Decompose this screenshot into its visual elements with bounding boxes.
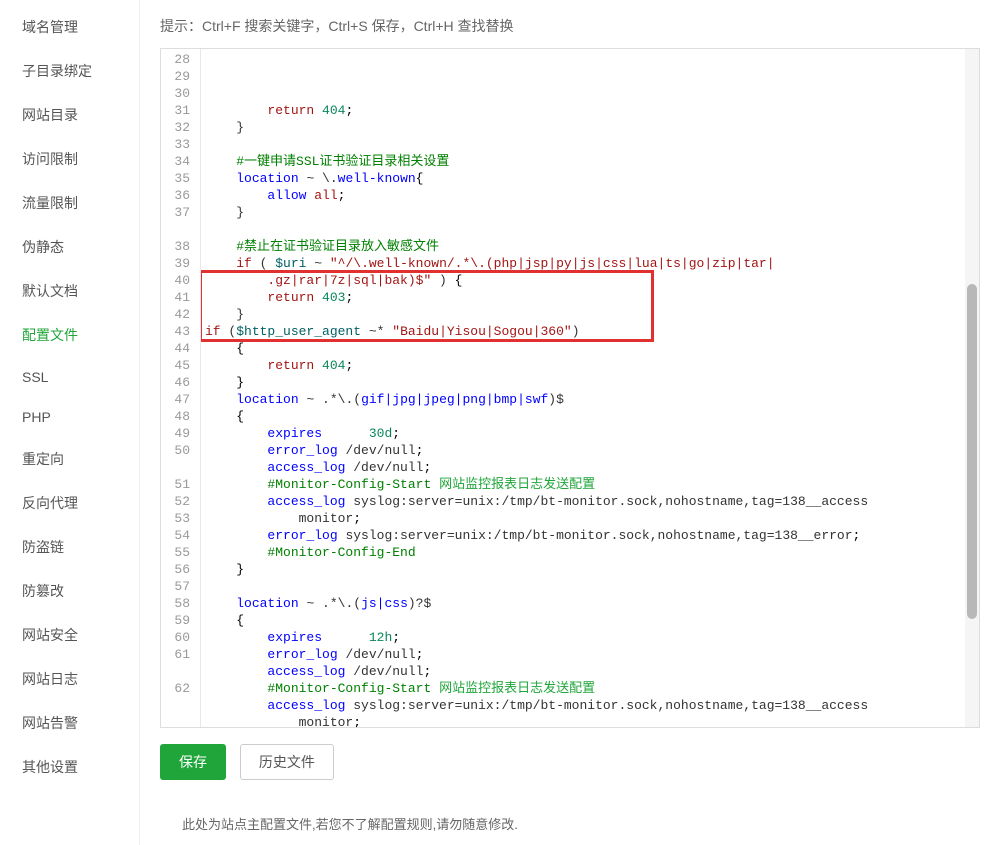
button-row: 保存 历史文件 (160, 728, 980, 790)
code-line-45[interactable]: { (205, 408, 979, 425)
code-line-61-wrap[interactable]: monitor; (205, 714, 979, 727)
main-panel: 提示：Ctrl+F 搜索关键字，Ctrl+S 保存，Ctrl+H 查找替换 28… (140, 0, 1000, 845)
code-line-36[interactable]: #禁止在证书验证目录放入敏感文件 (205, 238, 979, 255)
code-line-31[interactable]: #一键申请SSL证书验证目录相关设置 (205, 153, 979, 170)
code-line-58[interactable]: error_log /dev/null; (205, 646, 979, 663)
code-line-38[interactable]: return 403; (205, 289, 979, 306)
code-line-28[interactable]: return 404; (205, 102, 979, 119)
code-line-56[interactable]: { (205, 612, 979, 629)
editor-gutter: 2829303132333435363738394041424344454647… (161, 49, 201, 727)
history-button[interactable]: 历史文件 (240, 744, 334, 780)
sidebar-item-0[interactable]: 域名管理 (0, 5, 139, 49)
code-line-54[interactable] (205, 578, 979, 595)
sidebar-item-4[interactable]: 流量限制 (0, 181, 139, 225)
code-line-52[interactable]: #Monitor-Config-End (205, 544, 979, 561)
config-editor[interactable]: 2829303132333435363738394041424344454647… (160, 48, 980, 728)
sidebar-item-15[interactable]: 网站日志 (0, 657, 139, 701)
sidebar-item-5[interactable]: 伪静态 (0, 225, 139, 269)
sidebar-item-16[interactable]: 网站告警 (0, 701, 139, 745)
sidebar-item-3[interactable]: 访问限制 (0, 137, 139, 181)
footnote-text: 此处为站点主配置文件,若您不了解配置规则,请勿随意修改. (160, 790, 980, 833)
sidebar-item-1[interactable]: 子目录绑定 (0, 49, 139, 93)
code-line-40[interactable]: if ($http_user_agent ~* "Baidu|Yisou|Sog… (205, 323, 979, 340)
sidebar-item-9[interactable]: PHP (0, 397, 139, 437)
code-line-55[interactable]: location ~ .*\.(js|css)?$ (205, 595, 979, 612)
code-line-61[interactable]: access_log syslog:server=unix:/tmp/bt-mo… (205, 697, 979, 714)
sidebar-item-2[interactable]: 网站目录 (0, 93, 139, 137)
code-line-34[interactable]: } (205, 204, 979, 221)
code-line-53[interactable]: } (205, 561, 979, 578)
code-line-37[interactable]: if ( $uri ~ "^/\.well-known/.*\.(php|jsp… (205, 255, 979, 272)
code-line-47[interactable]: error_log /dev/null; (205, 442, 979, 459)
editor-code[interactable]: return 404; } #一键申请SSL证书验证目录相关设置 locatio… (201, 49, 979, 727)
sidebar-item-17[interactable]: 其他设置 (0, 745, 139, 789)
sidebar-item-7[interactable]: 配置文件 (0, 313, 139, 357)
hint-text: 提示：Ctrl+F 搜索关键字，Ctrl+S 保存，Ctrl+H 查找替换 (160, 10, 980, 48)
sidebar-item-11[interactable]: 反向代理 (0, 481, 139, 525)
code-line-60[interactable]: #Monitor-Config-Start 网站监控报表日志发送配置 (205, 680, 979, 697)
code-line-42[interactable]: return 404; (205, 357, 979, 374)
sidebar-item-10[interactable]: 重定向 (0, 437, 139, 481)
code-line-30[interactable] (205, 136, 979, 153)
code-line-44[interactable]: location ~ .*\.(gif|jpg|jpeg|png|bmp|swf… (205, 391, 979, 408)
sidebar-item-8[interactable]: SSL (0, 357, 139, 397)
code-line-39[interactable]: } (205, 306, 979, 323)
sidebar-item-6[interactable]: 默认文档 (0, 269, 139, 313)
code-line-48[interactable]: access_log /dev/null; (205, 459, 979, 476)
code-line-43[interactable]: } (205, 374, 979, 391)
code-line-59[interactable]: access_log /dev/null; (205, 663, 979, 680)
code-line-29[interactable]: } (205, 119, 979, 136)
code-line-50-wrap[interactable]: monitor; (205, 510, 979, 527)
code-line-57[interactable]: expires 12h; (205, 629, 979, 646)
scrollbar-track[interactable] (965, 49, 979, 727)
code-line-35[interactable] (205, 221, 979, 238)
sidebar-item-14[interactable]: 网站安全 (0, 613, 139, 657)
code-line-49[interactable]: #Monitor-Config-Start 网站监控报表日志发送配置 (205, 476, 979, 493)
scrollbar-thumb[interactable] (967, 284, 977, 619)
code-line-33[interactable]: allow all; (205, 187, 979, 204)
code-line-46[interactable]: expires 30d; (205, 425, 979, 442)
code-line-50[interactable]: access_log syslog:server=unix:/tmp/bt-mo… (205, 493, 979, 510)
code-line-41[interactable]: { (205, 340, 979, 357)
code-line-32[interactable]: location ~ \.well-known{ (205, 170, 979, 187)
code-line-51[interactable]: error_log syslog:server=unix:/tmp/bt-mon… (205, 527, 979, 544)
sidebar: 域名管理子目录绑定网站目录访问限制流量限制伪静态默认文档配置文件SSLPHP重定… (0, 0, 140, 845)
sidebar-item-13[interactable]: 防篡改 (0, 569, 139, 613)
code-line-37-wrap[interactable]: .gz|rar|7z|sql|bak)$" ) { (205, 272, 979, 289)
save-button[interactable]: 保存 (160, 744, 226, 780)
sidebar-item-12[interactable]: 防盗链 (0, 525, 139, 569)
